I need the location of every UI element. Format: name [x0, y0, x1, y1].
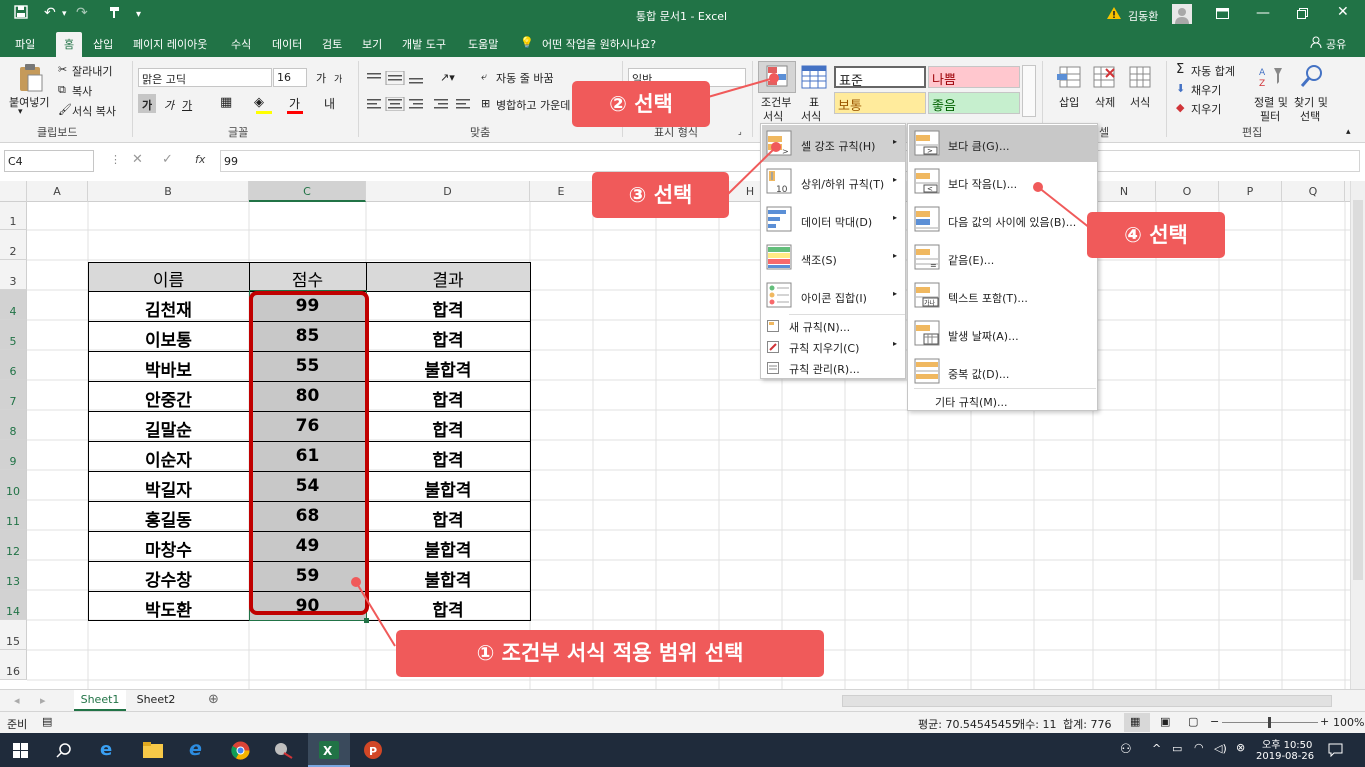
notifications-icon[interactable] — [1328, 743, 1343, 760]
page-break-view-icon[interactable]: ▢ — [1188, 715, 1198, 728]
svg-text:X: X — [323, 744, 333, 758]
show-hidden-icons-icon[interactable]: ^ — [1152, 742, 1161, 755]
callout-step-1: ① 조건부 서식 적용 범위 선택 — [396, 630, 824, 677]
search-icon[interactable] — [56, 742, 72, 761]
clock-time[interactable]: 오후 10:50 — [1262, 736, 1312, 751]
page-layout-view-icon[interactable]: ▣ — [1160, 715, 1170, 728]
ready-status: 준비 — [7, 718, 28, 731]
excel-icon[interactable]: X — [319, 741, 339, 762]
macro-record-icon[interactable]: ▤ — [42, 715, 52, 728]
windows-taskbar: e e X P ⚇ ^ ▭ ◠ ◁) ⊗ 오후 10:50 2019-08-26 — [0, 733, 1365, 767]
excel-window: ↶ ▾ ↷ ▾ 통합 문서1 - Excel 김동환 — ✕ 파일 홈 삽입 페… — [0, 0, 1365, 767]
callout-step-2: ② 선택 — [572, 81, 710, 127]
battery-icon[interactable]: ▭ — [1172, 742, 1182, 755]
edge-icon[interactable]: e — [100, 739, 112, 760]
no-network-icon[interactable]: ⊗ — [1236, 741, 1245, 754]
callout-step-3: ③ 선택 — [592, 172, 729, 218]
normal-view-glyph: ▦ — [1130, 715, 1141, 728]
zoom-slider-thumb[interactable] — [1268, 717, 1271, 728]
zoom-in-icon[interactable]: + — [1320, 715, 1329, 728]
status-average[interactable]: 평균: 70.54545455 — [918, 716, 1019, 732]
wifi-icon[interactable]: ◠ — [1194, 741, 1204, 754]
status-sum[interactable]: 합계: 776 — [1063, 716, 1111, 732]
zoom-out-icon[interactable]: − — [1210, 715, 1219, 728]
windows-start-icon[interactable] — [13, 743, 28, 761]
svg-text:P: P — [369, 745, 377, 758]
powerpoint-icon[interactable]: P — [363, 741, 383, 762]
clock-date[interactable]: 2019-08-26 — [1256, 751, 1314, 762]
callout-step-4: ④ 선택 — [1087, 212, 1225, 258]
chrome-icon[interactable] — [231, 741, 250, 763]
internet-explorer-icon[interactable]: e — [189, 738, 202, 760]
file-explorer-icon[interactable] — [143, 742, 163, 761]
snipping-tool-icon[interactable] — [274, 741, 294, 762]
zoom-level[interactable]: 100% — [1333, 716, 1364, 729]
volume-icon[interactable]: ◁) — [1214, 742, 1227, 755]
people-icon[interactable]: ⚇ — [1120, 742, 1132, 757]
status-bar: 준비 ▤ 평균: 70.54545455 개수: 11 합계: 776 ▦ ▣ … — [0, 711, 1365, 733]
status-count[interactable]: 개수: 11 — [1015, 716, 1056, 732]
